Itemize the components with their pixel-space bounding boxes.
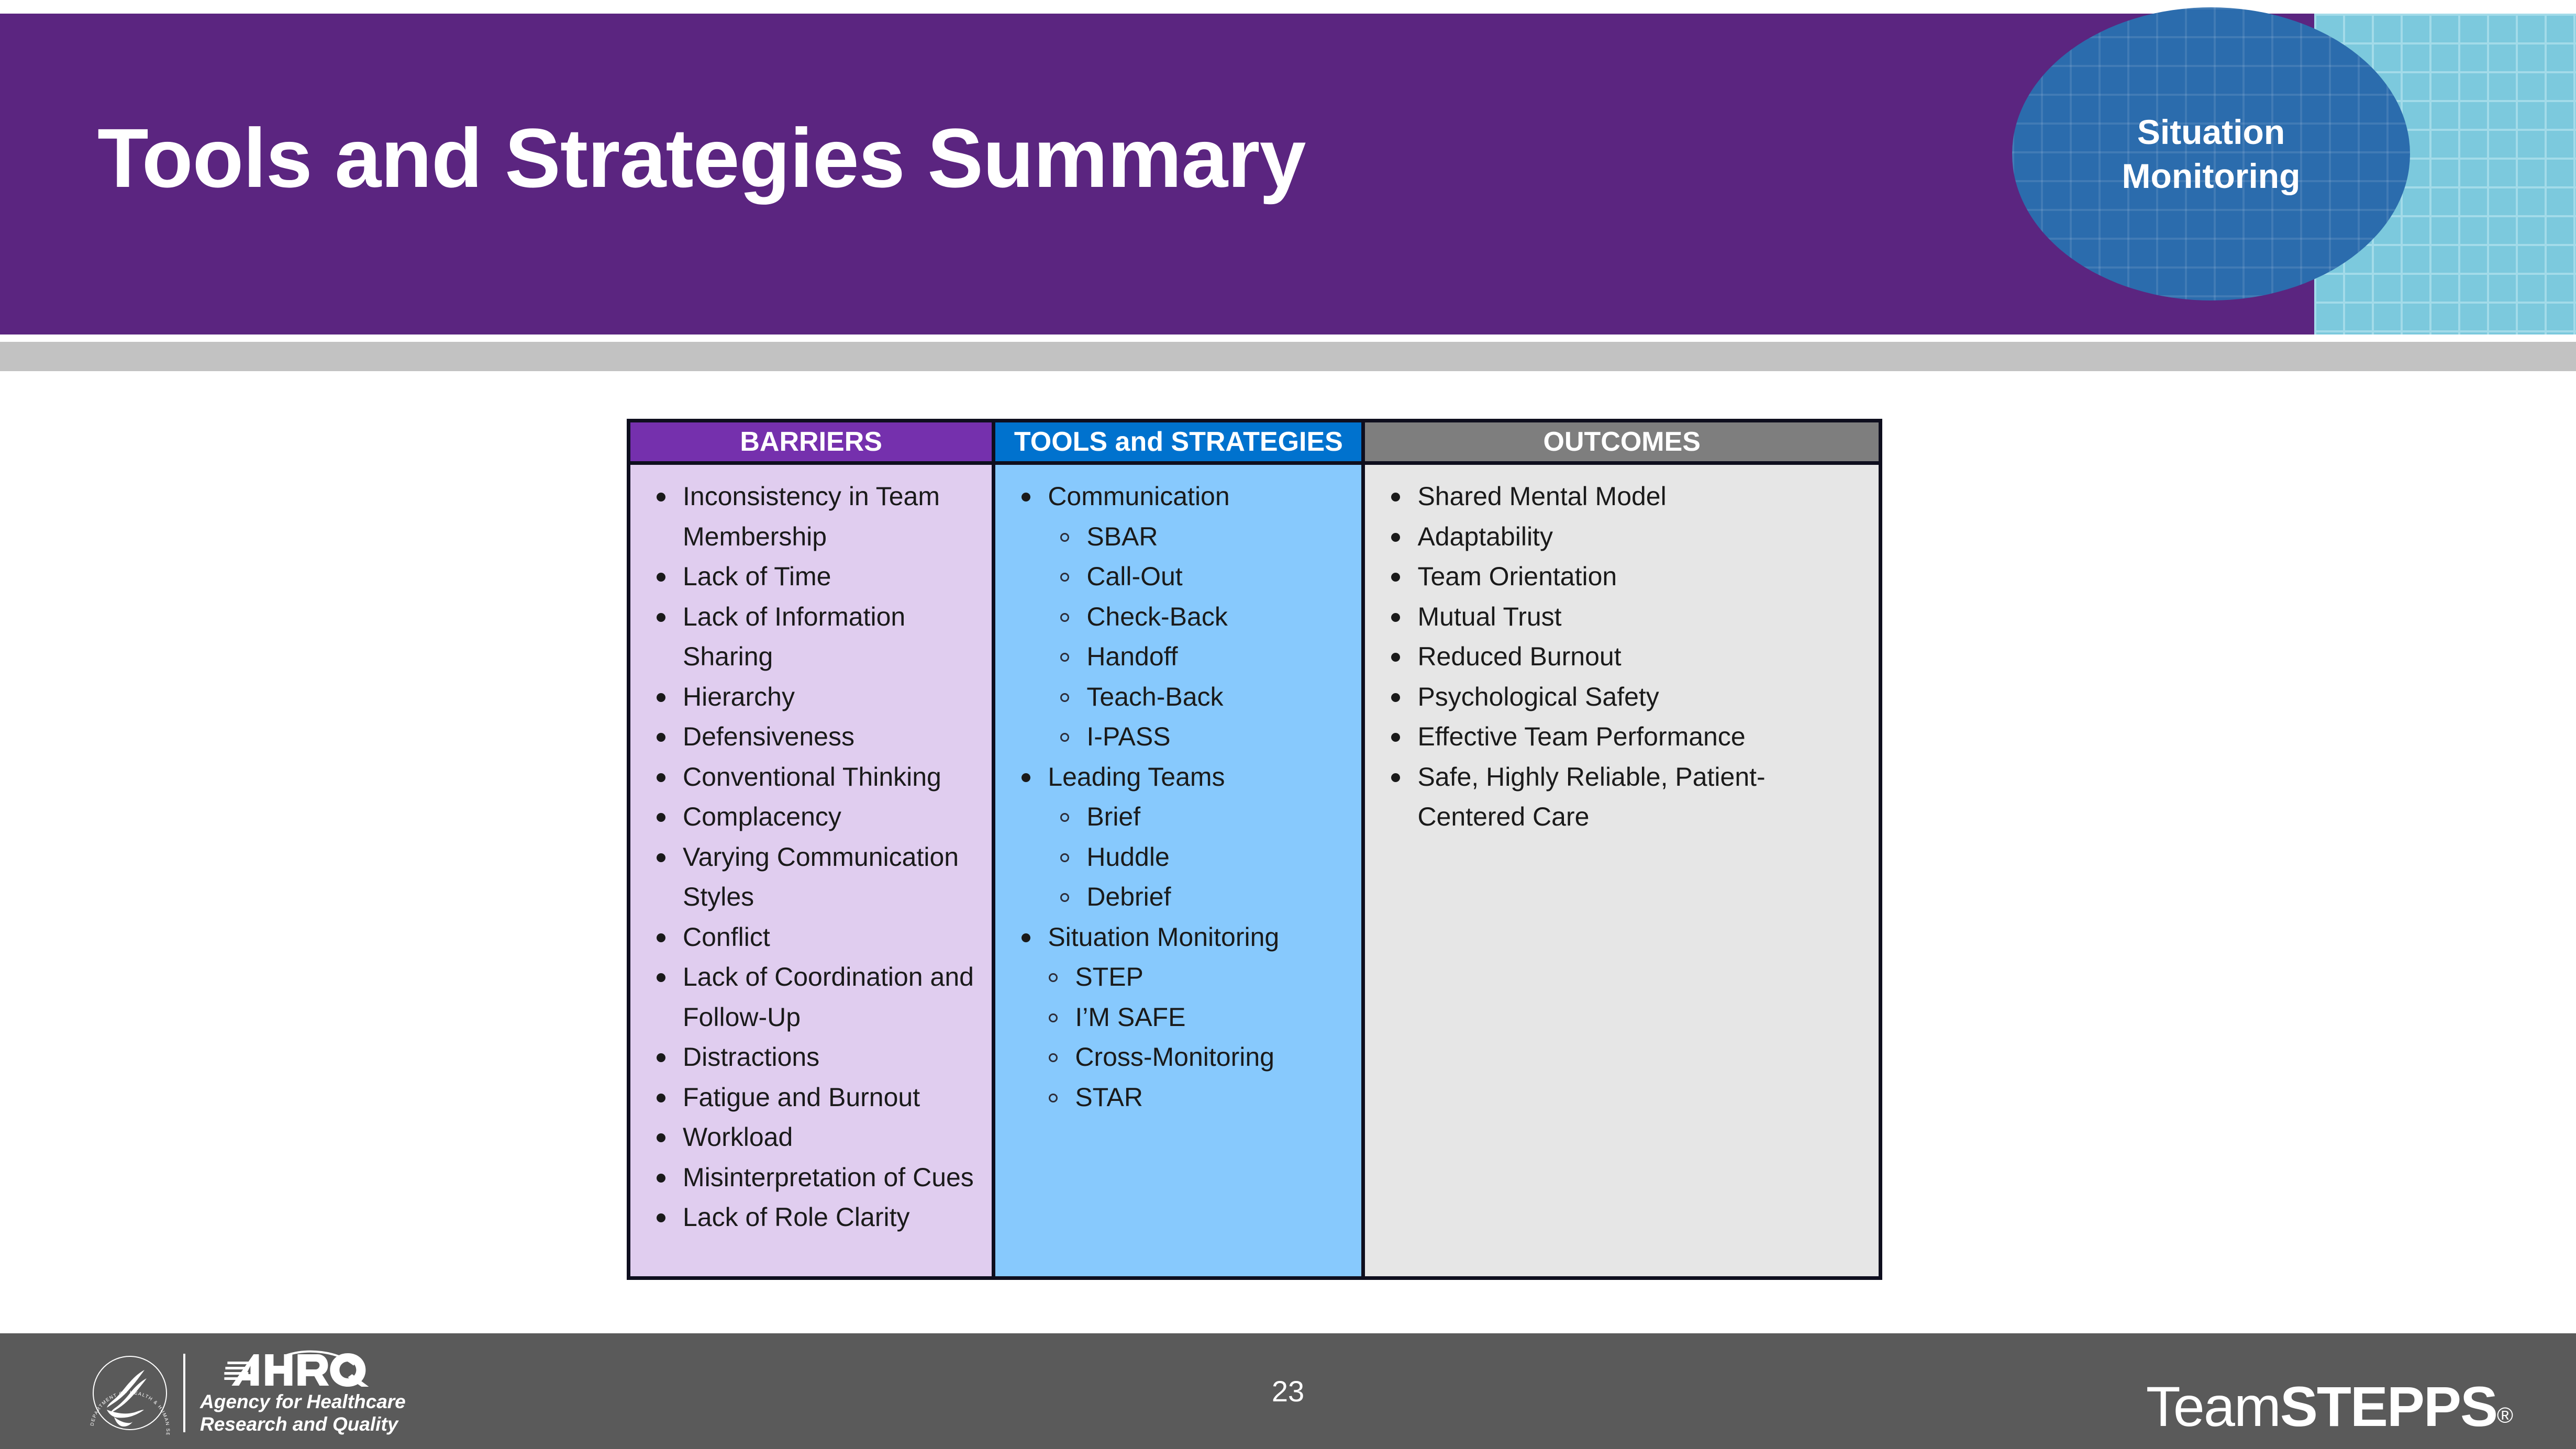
header-divider-rule xyxy=(0,342,2576,371)
list-item: SBAR xyxy=(1009,517,1351,557)
list-item: Conflict xyxy=(644,917,981,957)
list-item: Psychological Safety xyxy=(1379,677,1868,717)
list-item: Debrief xyxy=(1009,877,1351,917)
table-column-barriers: BARRIERS Inconsistency in Team Membershi… xyxy=(630,422,996,1276)
column-header-barriers: BARRIERS xyxy=(630,422,992,465)
column-body-barriers: Inconsistency in Team Membership Lack of… xyxy=(630,465,992,1276)
list-item: Check-Back xyxy=(1009,597,1351,637)
list-item: Adaptability xyxy=(1379,517,1868,557)
list-item: Reduced Burnout xyxy=(1379,637,1868,677)
list-item: Lack of Role Clarity xyxy=(644,1197,981,1238)
list-item: Call-Out xyxy=(1009,556,1351,597)
list-item: Lack of Information Sharing xyxy=(644,597,981,677)
module-badge-line-2: Monitoring xyxy=(2122,157,2301,195)
list-item: Complacency xyxy=(644,797,981,837)
table-column-outcomes: OUTCOMES Shared Mental Model Adaptabilit… xyxy=(1365,422,1879,1276)
tools-and-strategies-list: Communication SBAR Call-Out Check-Back H… xyxy=(1009,476,1351,1117)
list-item: Distractions xyxy=(644,1037,981,1077)
list-item: Team Orientation xyxy=(1379,556,1868,597)
list-item: Varying Communication Styles xyxy=(644,837,981,917)
list-item: Handoff xyxy=(1009,637,1351,677)
list-item: I’M SAFE xyxy=(1009,997,1351,1038)
list-item: Hierarchy xyxy=(644,677,981,717)
list-item: Situation Monitoring xyxy=(1009,917,1351,957)
list-item: Huddle xyxy=(1009,837,1351,877)
list-item: Lack of Coordination and Follow-Up xyxy=(644,957,981,1037)
list-item: Conventional Thinking xyxy=(644,757,981,797)
tools-and-strategies-summary-table: BARRIERS Inconsistency in Team Membershi… xyxy=(627,419,1882,1280)
list-item: Leading Teams xyxy=(1009,757,1351,797)
list-item: Teach-Back xyxy=(1009,677,1351,717)
registered-trademark-icon: ® xyxy=(2497,1402,2513,1428)
outcomes-list: Shared Mental Model Adaptability Team Or… xyxy=(1379,476,1868,837)
teamstepps-logo-stepps: STEPPS xyxy=(2280,1375,2498,1438)
column-body-tools-and-strategies: Communication SBAR Call-Out Check-Back H… xyxy=(995,465,1362,1276)
page-title: Tools and Strategies Summary xyxy=(97,111,1306,205)
barriers-list: Inconsistency in Team Membership Lack of… xyxy=(644,476,981,1238)
list-item: Misinterpretation of Cues xyxy=(644,1157,981,1198)
list-item: Workload xyxy=(644,1117,981,1157)
list-item: Lack of Time xyxy=(644,556,981,597)
module-badge-line-1: Situation xyxy=(2137,112,2285,151)
teamstepps-logo: TeamSTEPPS® xyxy=(2146,1378,2513,1435)
column-header-outcomes: OUTCOMES xyxy=(1365,422,1879,465)
list-item: Defensiveness xyxy=(644,717,981,757)
list-item: Shared Mental Model xyxy=(1379,476,1868,517)
list-item: STAR xyxy=(1009,1077,1351,1118)
ahrq-tagline-line-2: Research and Quality xyxy=(200,1413,398,1435)
teamstepps-logo-team: Team xyxy=(2146,1375,2281,1438)
list-item: Cross-Monitoring xyxy=(1009,1037,1351,1077)
table-column-tools-and-strategies: TOOLS and STRATEGIES Communication SBAR … xyxy=(995,422,1365,1276)
list-item: Brief xyxy=(1009,797,1351,837)
list-item: Fatigue and Burnout xyxy=(644,1077,981,1118)
column-header-tools-and-strategies: TOOLS and STRATEGIES xyxy=(995,422,1362,465)
list-item: Safe, Highly Reliable, Patient-Centered … xyxy=(1379,757,1868,837)
list-item: Inconsistency in Team Membership xyxy=(644,476,981,556)
list-item: Communication xyxy=(1009,476,1351,517)
list-item: Mutual Trust xyxy=(1379,597,1868,637)
list-item: Effective Team Performance xyxy=(1379,717,1868,757)
column-body-outcomes: Shared Mental Model Adaptability Team Or… xyxy=(1365,465,1879,1276)
module-badge: Situation Monitoring xyxy=(2012,7,2410,300)
list-item: STEP xyxy=(1009,957,1351,997)
list-item: I-PASS xyxy=(1009,717,1351,757)
